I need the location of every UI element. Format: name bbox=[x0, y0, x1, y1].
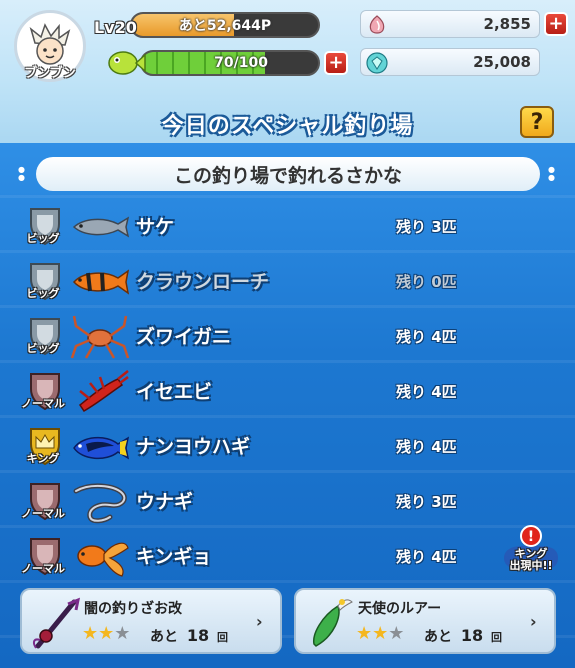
fish-remaining: 残り 3匹 bbox=[396, 218, 457, 236]
fish-name: ナンヨウハギ bbox=[136, 436, 251, 458]
uses-suffix: 回 bbox=[217, 631, 229, 644]
king-alert-line2: 出現中!! bbox=[509, 559, 553, 572]
fish-list-title: この釣り場で釣れるさかな bbox=[36, 157, 540, 191]
uses-prefix: あと bbox=[424, 629, 452, 645]
fish-remaining: 残り 4匹 bbox=[396, 548, 457, 566]
fish-row[interactable]: ビッグ クラウンローチ 残り 0匹 bbox=[0, 255, 575, 310]
uses-count: 18 bbox=[460, 626, 484, 645]
stamina-fish-icon bbox=[108, 51, 146, 75]
star-empty-icon: ★ bbox=[114, 623, 131, 644]
rank-label: ビッグ bbox=[26, 232, 60, 245]
star-empty-icon: ★ bbox=[388, 623, 405, 644]
equipment-name: 天使のルアー bbox=[358, 601, 442, 617]
fish-row[interactable]: ビッグ ズワイガニ 残り 4匹 bbox=[0, 310, 575, 365]
snow-crab-icon bbox=[70, 315, 130, 359]
chevron-right-icon: › bbox=[256, 612, 263, 631]
rank-label: ビッグ bbox=[26, 287, 60, 300]
salmon-icon bbox=[72, 216, 130, 238]
fish-name: クラウンローチ bbox=[136, 271, 270, 293]
king-alert-text: キング 出現中!! bbox=[498, 548, 564, 572]
uses-suffix: 回 bbox=[491, 631, 503, 644]
rank-label: ビッグ bbox=[26, 342, 60, 355]
king-alert-mark: ! bbox=[528, 529, 534, 545]
fish-remaining: 残り 3匹 bbox=[396, 493, 457, 511]
equipment-uses-left: あと 18 回 bbox=[150, 626, 228, 646]
star-filled-icon: ★ bbox=[372, 623, 389, 644]
help-button[interactable]: ? bbox=[520, 106, 554, 138]
currency-1-value: 2,855 bbox=[483, 15, 531, 33]
decor-dots-right: ● ● bbox=[548, 165, 555, 182]
clown-loach-icon bbox=[72, 269, 130, 295]
fish-name: サケ bbox=[136, 216, 175, 238]
eel-icon bbox=[73, 483, 127, 524]
equipment-uses-left: あと 18 回 bbox=[424, 626, 502, 646]
currency-1: 2,855 bbox=[360, 10, 540, 38]
blue-tang-icon bbox=[73, 436, 130, 460]
star-filled-icon: ★ bbox=[82, 623, 99, 644]
exp-bar: あと52,644P bbox=[130, 12, 320, 38]
stamina-text: 70/100 bbox=[214, 55, 268, 71]
fish-name: イセエビ bbox=[136, 381, 213, 403]
star-filled-icon: ★ bbox=[98, 623, 115, 644]
rank-label: ノーマル bbox=[21, 562, 65, 575]
uses-prefix: あと bbox=[150, 629, 178, 645]
page-title: 今日のスペシャル釣り場 bbox=[161, 114, 414, 139]
player-name: ブンブン bbox=[24, 66, 76, 81]
fish-remaining: 残り 4匹 bbox=[396, 438, 457, 456]
chevron-right-icon: › bbox=[530, 612, 537, 631]
fish-row[interactable]: ノーマル キンギョ 残り 4匹 bbox=[0, 530, 575, 585]
angel-lure-icon bbox=[313, 599, 353, 647]
stamina-add-button[interactable]: + bbox=[324, 51, 348, 75]
fish-remaining: 残り 0匹 bbox=[396, 273, 457, 291]
bait-icon bbox=[369, 15, 385, 34]
star-filled-icon: ★ bbox=[356, 623, 373, 644]
equipment-rating: ★★★ bbox=[82, 624, 130, 644]
uses-count: 18 bbox=[186, 626, 210, 645]
goldfish-icon bbox=[77, 542, 129, 577]
spiny-lobster-icon bbox=[78, 370, 129, 412]
fish-name: ウナギ bbox=[136, 491, 194, 513]
level-label: Lv20 bbox=[94, 18, 137, 37]
dark-rod-icon bbox=[32, 597, 81, 649]
stamina-bar: 70/100 bbox=[140, 50, 320, 76]
lure-equipment-panel[interactable]: 天使のルアー ★★★ あと 18 回 › bbox=[294, 588, 556, 654]
rank-label: ノーマル bbox=[21, 507, 65, 520]
fish-row[interactable]: キング ナンヨウハギ 残り 4匹 bbox=[0, 420, 575, 475]
fish-name: キンギョ bbox=[136, 546, 212, 568]
exp-text: あと52,644P bbox=[178, 18, 272, 34]
currency-2: 25,008 bbox=[360, 48, 540, 76]
equipment-rating: ★★★ bbox=[356, 624, 404, 644]
fish-row[interactable]: ノーマル イセエビ 残り 4匹 bbox=[0, 365, 575, 420]
fish-name: ズワイガニ bbox=[136, 326, 232, 348]
decor-dots-left: ● ● bbox=[18, 165, 25, 182]
rank-label: ノーマル bbox=[21, 397, 65, 410]
rank-label: キング bbox=[26, 452, 60, 465]
fish-remaining: 残り 4匹 bbox=[396, 383, 457, 401]
fish-row[interactable]: ノーマル ウナギ 残り 3匹 bbox=[0, 475, 575, 530]
currency-add-button[interactable]: + bbox=[544, 12, 568, 36]
gem-icon bbox=[366, 52, 388, 74]
equipment-name: 闇の釣りざお改 bbox=[84, 601, 182, 617]
currency-2-value: 25,008 bbox=[473, 53, 531, 71]
fish-row[interactable]: ビッグ サケ 残り 3匹 bbox=[0, 200, 575, 255]
fish-remaining: 残り 4匹 bbox=[396, 328, 457, 346]
rod-equipment-panel[interactable]: 闇の釣りざお改 ★★★ あと 18 回 › bbox=[20, 588, 282, 654]
